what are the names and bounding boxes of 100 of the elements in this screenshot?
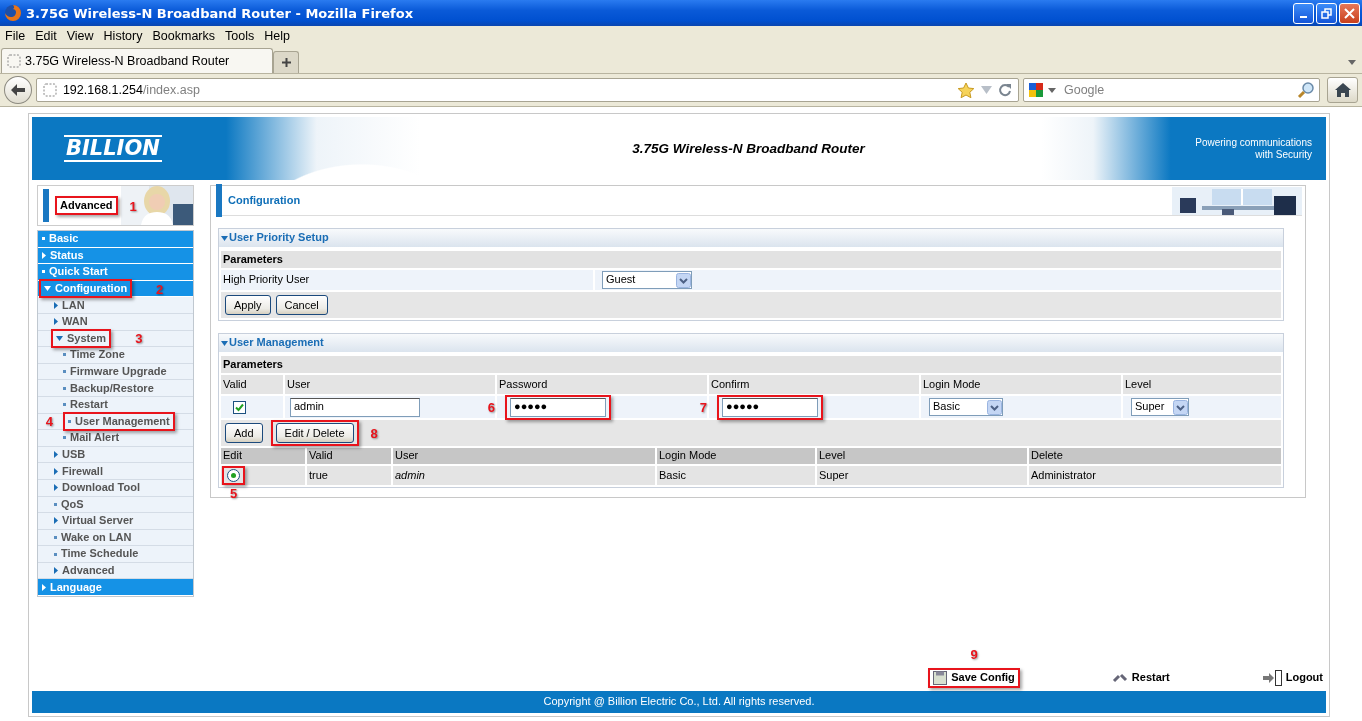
bullet-icon <box>63 436 66 440</box>
bullet-icon <box>54 502 57 506</box>
field-label: High Priority User <box>221 270 593 290</box>
sidebar-item[interactable]: 4 User Management <box>38 413 193 431</box>
parameters-header: Parameters <box>221 251 1281 268</box>
callout-number: 6 <box>487 400 495 414</box>
action-link[interactable]: Save Config <box>933 671 1015 685</box>
callout-number: 2 <box>156 282 164 296</box>
column-header: Login Mode <box>657 448 815 464</box>
plus-icon <box>280 57 292 68</box>
menu-item[interactable]: File <box>0 29 31 44</box>
table-cell: Basic <box>657 466 815 485</box>
table-cell: true <box>307 466 391 485</box>
callout-number: 4 <box>45 414 53 428</box>
search-engine-icon[interactable] <box>1027 82 1044 98</box>
close-button[interactable] <box>1339 2 1360 24</box>
column-header: User <box>285 375 495 394</box>
restore-button[interactable] <box>1316 2 1337 24</box>
callout-number: 1 <box>129 199 137 212</box>
back-button[interactable] <box>4 76 32 104</box>
door-icon <box>1261 670 1282 686</box>
action-link[interactable]: Logout <box>1261 670 1323 686</box>
column-header: Confirm <box>709 375 919 394</box>
table-cell: admin <box>393 466 655 485</box>
bullet-icon <box>63 386 66 390</box>
banner-title: 3.75G Wireless-N Broadband Router <box>631 141 865 156</box>
sidebar-item[interactable]: Mail Alert <box>38 430 193 447</box>
checkbox[interactable] <box>233 400 246 414</box>
menu-item[interactable]: History <box>98 29 148 44</box>
window-title: 3.75G Wireless-N Broadband Router - Mozilla Firefox <box>26 5 414 21</box>
dropdown[interactable]: Guest <box>602 271 692 289</box>
sidebar-item[interactable]: LAN <box>38 297 193 314</box>
menu-item[interactable]: Tools <box>220 29 260 44</box>
caret-icon[interactable] <box>1348 60 1356 65</box>
menu-item[interactable]: Help <box>259 29 295 44</box>
radio-button[interactable] <box>227 469 240 482</box>
section-title: User Management <box>229 336 324 350</box>
bullet-icon <box>63 353 66 357</box>
new-tab-button[interactable] <box>273 51 299 73</box>
slogan-text: Powering communications <box>1195 137 1312 149</box>
close-icon <box>1344 7 1355 19</box>
column-header: Valid <box>307 448 391 464</box>
table-cell: Administrator <box>1029 466 1281 485</box>
browser-logo-icon <box>4 4 22 22</box>
home-icon <box>1333 82 1352 98</box>
parameters-header: Parameters <box>221 356 1281 373</box>
callout-number: 5 <box>229 487 238 500</box>
password-field[interactable]: ●●●●● <box>722 397 818 417</box>
bullet-icon <box>42 237 45 241</box>
section-title: User Priority Setup <box>229 231 329 245</box>
button[interactable]: Edit / Delete <box>275 423 354 443</box>
accent-bar <box>216 184 222 217</box>
sidebar-item[interactable]: System 3 <box>38 330 193 348</box>
menu-label: System <box>67 331 107 345</box>
callout-number: 7 <box>699 400 707 414</box>
sidebar-item[interactable]: Time Schedule <box>38 546 193 563</box>
password-field[interactable]: ●●●●● <box>510 397 606 417</box>
column-header: Delete <box>1029 448 1281 464</box>
browser-tab[interactable]: 3.75G Wireless-N Broadband Router <box>1 48 273 73</box>
column-header: User <box>393 448 655 464</box>
floppy-icon <box>933 671 948 685</box>
column-header: Edit <box>221 448 305 464</box>
menu-item[interactable]: Bookmarks <box>147 29 220 44</box>
search-icon[interactable] <box>1297 81 1316 99</box>
dropdown[interactable]: Super <box>1131 398 1189 416</box>
button[interactable]: Add <box>225 423 263 443</box>
menu-item[interactable]: View <box>61 29 99 44</box>
page-icon <box>42 83 57 97</box>
section-header[interactable]: User Management <box>219 334 1283 352</box>
minimize-icon <box>1300 15 1307 18</box>
sidebar-item[interactable]: Firewall <box>38 463 193 480</box>
menu-label: Configuration <box>55 282 128 296</box>
restore-icon <box>1321 7 1332 19</box>
check-icon <box>234 401 245 413</box>
slogan-text: with Security <box>1254 148 1312 160</box>
button[interactable]: Apply <box>225 295 271 315</box>
minimize-button[interactable] <box>1293 2 1314 24</box>
callout-number: 9 <box>970 648 978 661</box>
star-icon[interactable] <box>956 81 975 99</box>
menu-item[interactable]: Edit <box>30 29 62 44</box>
caret-icon[interactable] <box>1047 87 1056 93</box>
sidebar-item[interactable]: Time Zone <box>38 347 193 364</box>
dropdown[interactable]: Basic <box>929 398 1003 416</box>
sidebar-item[interactable]: Backup/Restore <box>38 380 193 397</box>
reload-icon[interactable] <box>997 83 1012 97</box>
action-link[interactable]: Restart <box>1111 671 1170 685</box>
bullet-icon <box>63 403 66 407</box>
home-button[interactable] <box>1327 77 1358 103</box>
bullet-icon <box>63 370 66 374</box>
input-field[interactable]: admin <box>290 397 420 417</box>
arrows-icon <box>1111 671 1128 685</box>
menu-label: User Management <box>75 414 170 428</box>
address-field[interactable]: 192.168.1.254/index.asp <box>35 78 1019 102</box>
search-field[interactable]: Google <box>1059 82 1294 98</box>
section-header[interactable]: User Priority Setup <box>219 229 1283 247</box>
button[interactable]: Cancel <box>275 295 328 315</box>
logo-text: BILLION <box>64 135 162 162</box>
mode-label: Advanced <box>60 198 113 213</box>
sidebar-item[interactable]: Virtual Server <box>38 513 193 530</box>
search-bar[interactable]: Google <box>1022 78 1321 102</box>
